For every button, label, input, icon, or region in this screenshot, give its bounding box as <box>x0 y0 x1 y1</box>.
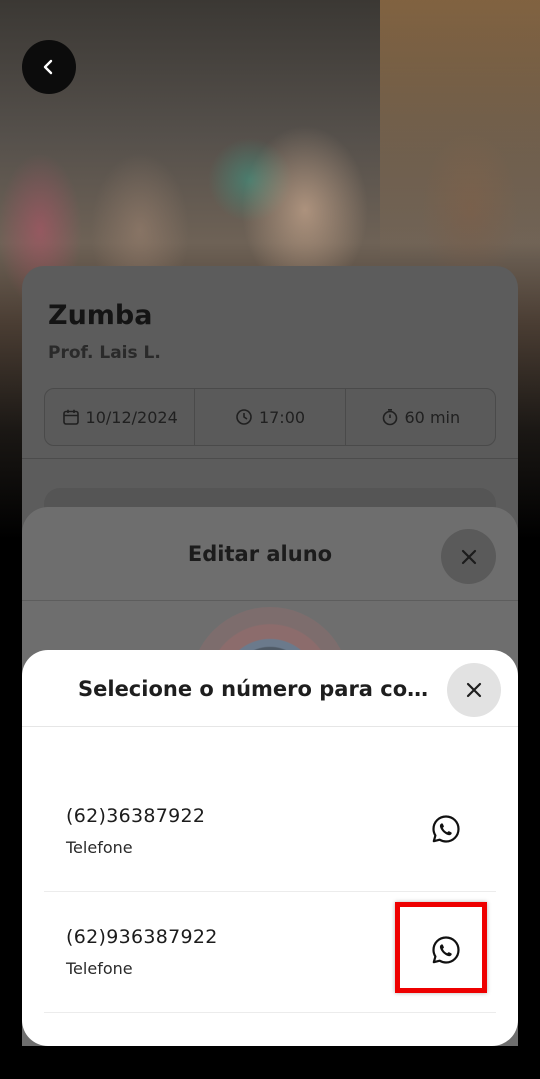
phone-type-label: Telefone <box>66 838 133 857</box>
whatsapp-contact-button[interactable] <box>424 807 468 851</box>
calendar-icon <box>62 409 79 425</box>
card-divider <box>22 458 518 459</box>
edit-student-title: Editar aluno <box>187 542 333 566</box>
close-icon <box>466 682 482 698</box>
edit-student-close-button[interactable] <box>441 529 496 584</box>
class-duration: 60 min <box>344 389 495 445</box>
edit-sheet-divider <box>22 600 518 601</box>
stopwatch-icon <box>382 409 397 426</box>
class-date: 10/12/2024 <box>45 389 194 445</box>
back-button[interactable] <box>22 40 76 94</box>
class-time-text: 17:00 <box>258 407 306 427</box>
class-info-bar: 10/12/2024 17:00 60 min <box>44 388 496 446</box>
contact-sheet-close-button[interactable] <box>447 663 501 717</box>
class-date-text: 10/12/2024 <box>85 407 178 427</box>
contact-sheet-divider <box>22 726 518 727</box>
instructor-name: Prof. Lais L. <box>48 343 161 363</box>
chevron-left-icon <box>43 59 53 75</box>
close-icon <box>461 549 476 564</box>
contact-sheet-title: Selecione o número para contato <box>78 677 443 701</box>
phone-list-item: (62)36387922 Telefone <box>44 771 496 892</box>
class-duration-text: 60 min <box>404 407 461 427</box>
class-title: Zumba <box>48 300 153 331</box>
phone-number: (62)36387922 <box>66 805 206 827</box>
clock-icon <box>236 409 252 425</box>
hero-light-glow <box>380 0 540 260</box>
class-time: 17:00 <box>194 389 344 445</box>
highlight-box <box>395 902 487 993</box>
phone-number: (62)936387922 <box>66 926 218 948</box>
phone-type-label: Telefone <box>66 959 133 978</box>
whatsapp-icon <box>432 815 460 843</box>
